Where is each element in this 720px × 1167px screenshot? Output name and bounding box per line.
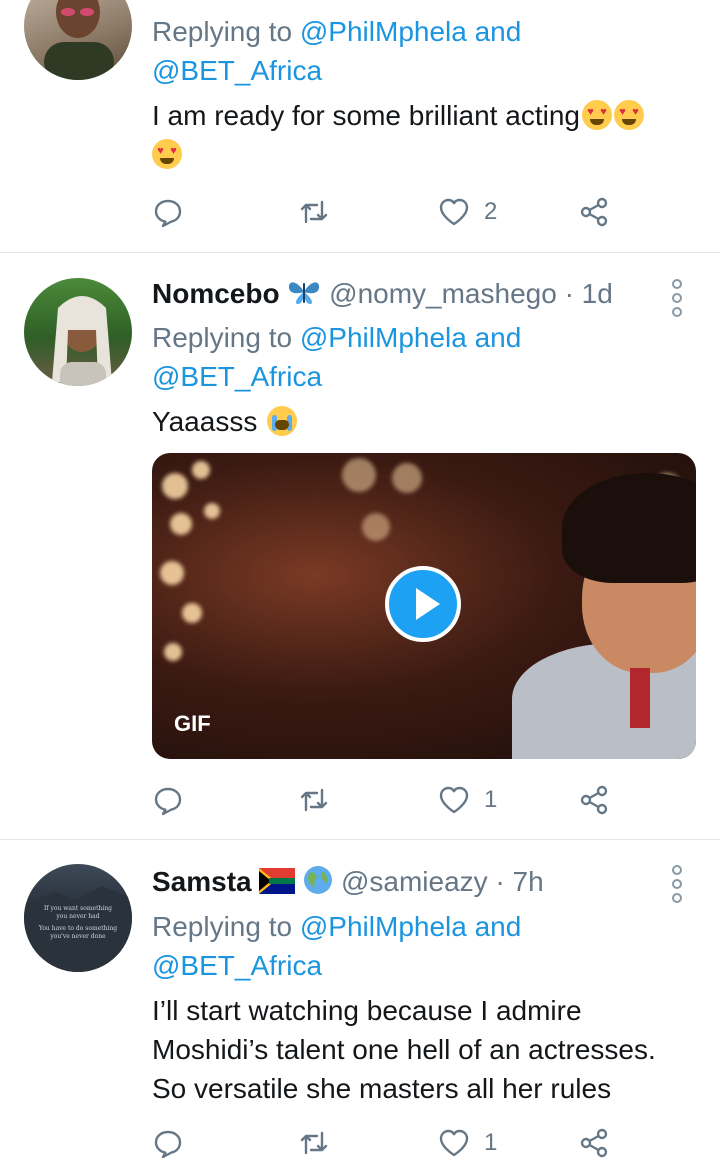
reply-button[interactable] — [152, 782, 184, 818]
gif-media[interactable]: GIF — [152, 453, 696, 759]
retweet-icon — [300, 1131, 328, 1155]
replying-to: Replying to @PhilMphela and @BET_Africa — [152, 12, 697, 90]
loudly-crying-emoji — [267, 406, 298, 436]
share-icon — [580, 197, 608, 227]
replying-prefix: Replying to — [152, 16, 300, 47]
tweet-actions: 1 — [152, 782, 622, 818]
like-button[interactable]: 1 — [438, 1125, 497, 1161]
retweet-icon — [300, 788, 328, 812]
tweet-text-line: I’ll start watching because I admire — [152, 995, 582, 1026]
tweet-2[interactable]: Nomcebo @nomy_mashego · 1d Replying to @… — [0, 253, 720, 839]
retweet-button[interactable] — [298, 1125, 330, 1161]
reply-button[interactable] — [152, 1125, 184, 1161]
share-icon — [580, 1128, 608, 1158]
mention-and: and — [466, 322, 522, 353]
avatar-photo — [44, 0, 114, 80]
tweet-text: I’ll start watching because I admire Mos… — [152, 991, 697, 1108]
tweet-text: Yaaasss — [152, 402, 697, 441]
like-button[interactable]: 1 — [438, 782, 497, 818]
more-options-icon[interactable] — [672, 279, 682, 321]
globe-emoji — [303, 865, 333, 904]
reply-icon — [154, 1130, 182, 1159]
share-icon — [580, 785, 608, 815]
like-count: 1 — [484, 786, 498, 813]
mention-link[interactable]: @PhilMphela — [300, 16, 467, 47]
heart-icon — [439, 1129, 469, 1157]
tweet-text-line: Moshidi’s talent one hell of an actresse… — [152, 1034, 656, 1065]
heart-eyes-emoji: ♥ ♥ — [581, 100, 612, 130]
like-button[interactable]: 2 — [438, 194, 497, 230]
replying-to: Replying to @PhilMphela and @BET_Africa — [152, 907, 697, 985]
avatar-quote-line: you never had — [55, 913, 99, 920]
tweet-text-content: Yaaasss — [152, 406, 258, 437]
avatar-quote-line: You have to do something — [38, 925, 117, 932]
share-button[interactable] — [578, 782, 610, 818]
replying-to: Replying to @PhilMphela and @BET_Africa — [152, 318, 697, 396]
heart-eyes-emoji: ♥ ♥ — [613, 100, 644, 130]
display-name[interactable]: Samsta — [152, 866, 252, 897]
timestamp[interactable]: · 7h — [495, 866, 543, 897]
gif-badge: GIF — [174, 711, 211, 736]
retweet-button[interactable] — [298, 782, 330, 818]
reply-icon — [154, 787, 182, 816]
heart-eyes-emoji: ♥ ♥ — [152, 139, 182, 169]
avatar[interactable] — [24, 278, 132, 386]
tweet-text-line: So versatile she masters all her rules — [152, 1073, 612, 1104]
tweet-actions: 2 — [152, 194, 622, 230]
mention-link[interactable]: @BET_Africa — [152, 55, 322, 86]
tweet-3[interactable]: If you want something you never had You … — [0, 840, 720, 1167]
mention-link[interactable]: @BET_Africa — [152, 361, 322, 392]
tweet-header: Samsta @samieazy · 7h — [152, 864, 697, 904]
avatar[interactable]: If you want something you never had You … — [24, 864, 132, 972]
handle[interactable]: @nomy_mashego — [329, 278, 557, 309]
avatar-quote-line: you've never done — [49, 933, 106, 940]
south-africa-flag-emoji — [259, 867, 296, 903]
more-options-icon[interactable] — [672, 865, 682, 907]
heart-icon — [439, 198, 469, 226]
replying-prefix: Replying to — [152, 322, 300, 353]
play-button[interactable] — [385, 566, 461, 642]
tweet-header: Nomcebo @nomy_mashego · 1d — [152, 276, 697, 315]
share-button[interactable] — [578, 1125, 610, 1161]
heart-icon — [439, 786, 469, 814]
tweet-actions: 1 — [152, 1125, 622, 1161]
reply-button[interactable] — [152, 194, 184, 230]
mention-link[interactable]: @PhilMphela — [300, 322, 467, 353]
avatar-photo: If you want something you never had You … — [24, 886, 132, 972]
like-count: 1 — [484, 1129, 498, 1156]
mention-link[interactable]: @BET_Africa — [152, 950, 322, 981]
tweet-text: I am ready for some brilliant acting ♥ ♥ ♥ ♥… — [152, 96, 697, 174]
retweet-button[interactable] — [298, 194, 330, 230]
mention-and: and — [466, 911, 522, 942]
mention-and: and — [466, 16, 522, 47]
reply-icon — [154, 199, 182, 228]
tweet-text-content: I am ready for some brilliant acting — [152, 100, 580, 131]
retweet-icon — [300, 200, 328, 224]
butterfly-emoji — [287, 278, 321, 315]
avatar-quote-line: If you want something — [44, 905, 112, 912]
share-button[interactable] — [578, 194, 610, 230]
avatar[interactable] — [24, 0, 132, 80]
tweet-1[interactable]: Replying to @PhilMphela and @BET_Africa … — [0, 0, 720, 252]
timestamp[interactable]: · 1d — [565, 278, 613, 309]
replying-prefix: Replying to — [152, 911, 300, 942]
handle[interactable]: @samieazy — [341, 866, 488, 897]
display-name[interactable]: Nomcebo — [152, 278, 280, 309]
avatar-photo — [52, 296, 112, 386]
mention-link[interactable]: @PhilMphela — [300, 911, 467, 942]
like-count: 2 — [484, 198, 498, 225]
